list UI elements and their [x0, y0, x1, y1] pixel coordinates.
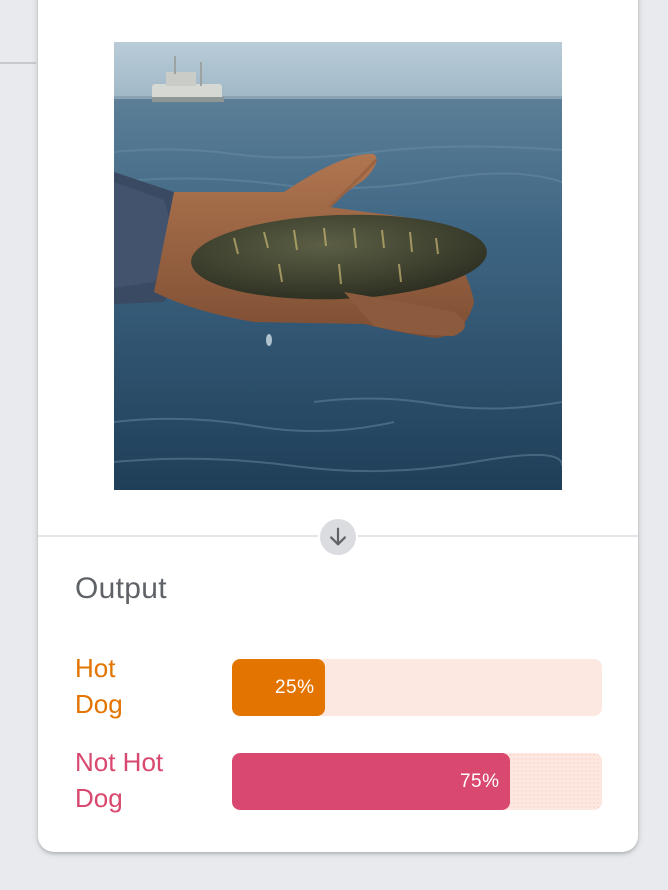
- classifier-card: Output Hot Dog 25% Not Hot Dog 75%: [38, 0, 638, 852]
- side-rule: [0, 62, 36, 64]
- prediction-label-hot-dog: Hot Dog: [75, 653, 123, 719]
- arrow-down-icon: [330, 527, 346, 546]
- input-photo: [114, 42, 562, 490]
- prediction-bar-fill-not-hot-dog: 75%: [232, 753, 510, 810]
- output-title: Output: [75, 572, 167, 605]
- prediction-label-not-hot-dog: Not Hot Dog: [75, 747, 164, 813]
- prediction-percent-not-hot-dog: 75%: [459, 770, 500, 792]
- prediction-bar-track-not-hot-dog: 75%: [232, 753, 602, 810]
- prediction-bar-fill-hot-dog: 25%: [232, 659, 325, 716]
- prediction-bar-track-hot-dog: 25%: [232, 659, 602, 716]
- process-arrow-button[interactable]: [318, 517, 358, 557]
- prediction-percent-hot-dog: 25%: [274, 676, 315, 698]
